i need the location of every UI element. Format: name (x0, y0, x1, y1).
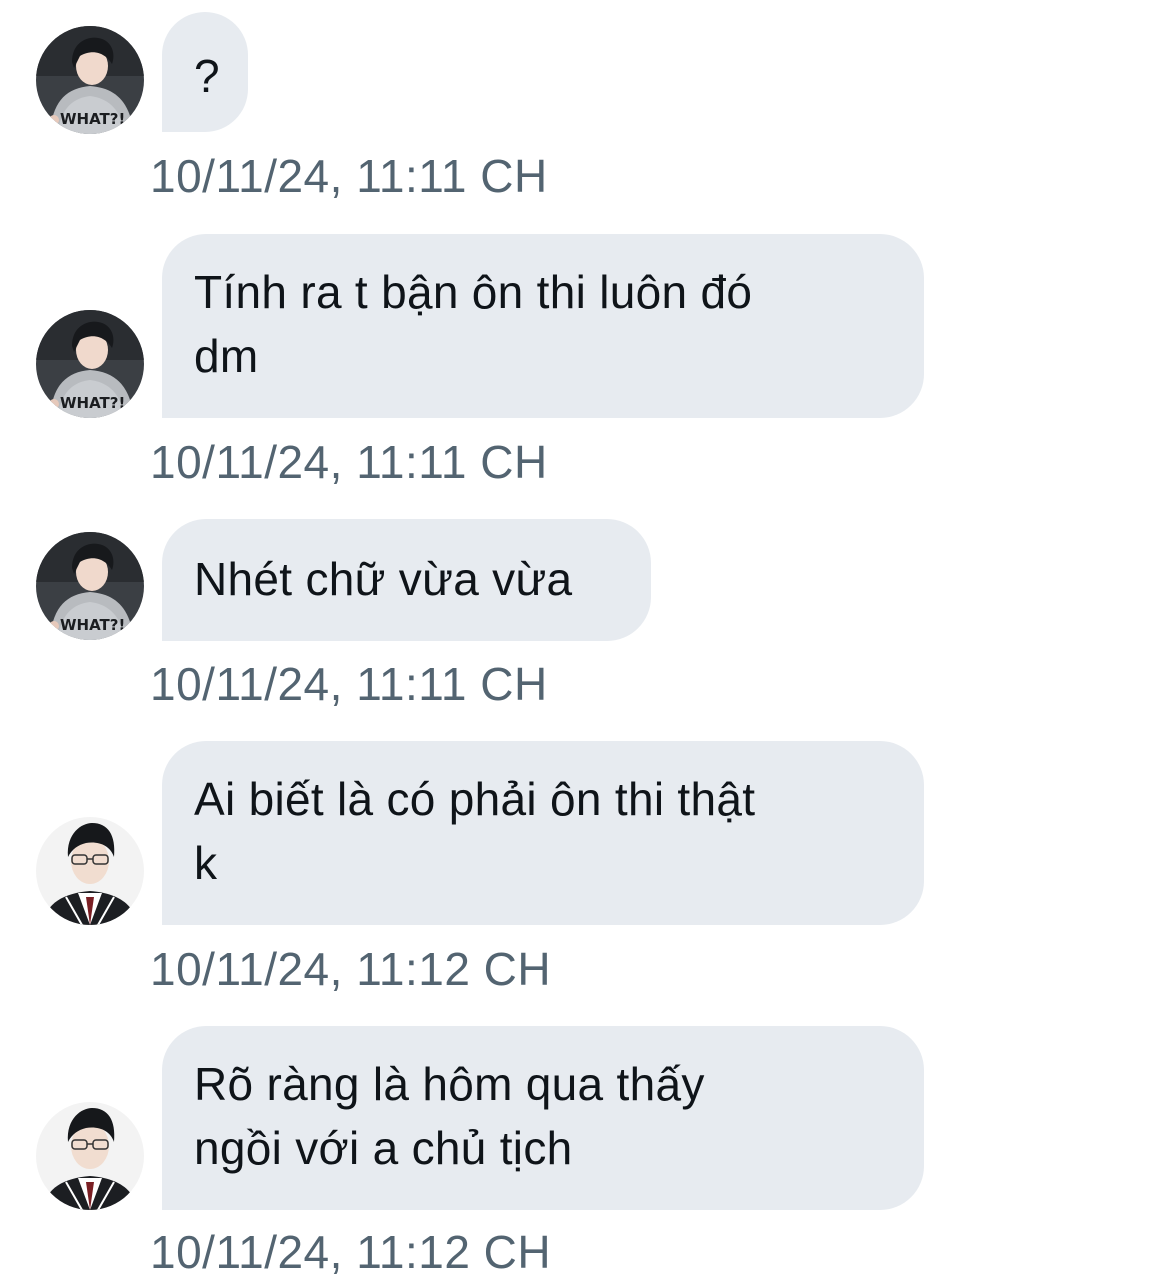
svg-text:WHAT?!: WHAT?! (60, 394, 125, 412)
avatar[interactable] (36, 817, 144, 925)
message-bubble[interactable]: Nhét chữ vừa vừa (162, 519, 651, 641)
message-timestamp: 10/11/24, 11:12 CH (150, 943, 552, 995)
avatar[interactable]: WHAT?! (36, 532, 144, 640)
message-timestamp: 10/11/24, 11:11 CH (150, 436, 548, 488)
message-thread: WHAT?! ? 10/11/24, 11:11 CH WHAT?! Tính … (0, 0, 1170, 1278)
avatar[interactable]: WHAT?! (36, 310, 144, 418)
message-text: Rõ ràng là hôm qua thấy ngồi với a chủ t… (194, 1058, 705, 1174)
user-avatar-photo-icon (36, 1102, 144, 1210)
message-timestamp: 10/11/24, 11:11 CH (150, 150, 548, 202)
avatar[interactable]: WHAT?! (36, 26, 144, 134)
svg-text:WHAT?!: WHAT?! (60, 110, 125, 128)
user-avatar-photo-icon: WHAT?! (36, 26, 144, 134)
user-avatar-photo-icon: WHAT?! (36, 532, 144, 640)
message-timestamp: 10/11/24, 11:12 CH (150, 1226, 552, 1278)
message-text: Tính ra t bận ôn thi luôn đó dm (194, 266, 753, 382)
user-avatar-photo-icon: WHAT?! (36, 310, 144, 418)
user-avatar-photo-icon (36, 817, 144, 925)
message-bubble[interactable]: Tính ra t bận ôn thi luôn đó dm (162, 234, 924, 418)
message-bubble[interactable]: ? (162, 12, 248, 132)
message-timestamp: 10/11/24, 11:11 CH (150, 658, 548, 710)
message-text: Ai biết là có phải ôn thi thật k (194, 773, 756, 889)
avatar[interactable] (36, 1102, 144, 1210)
message-bubble[interactable]: Ai biết là có phải ôn thi thật k (162, 741, 924, 925)
message-text: Nhét chữ vừa vừa (194, 553, 573, 605)
message-text: ? (194, 50, 220, 102)
svg-text:WHAT?!: WHAT?! (60, 616, 125, 634)
message-bubble[interactable]: Rõ ràng là hôm qua thấy ngồi với a chủ t… (162, 1026, 924, 1210)
